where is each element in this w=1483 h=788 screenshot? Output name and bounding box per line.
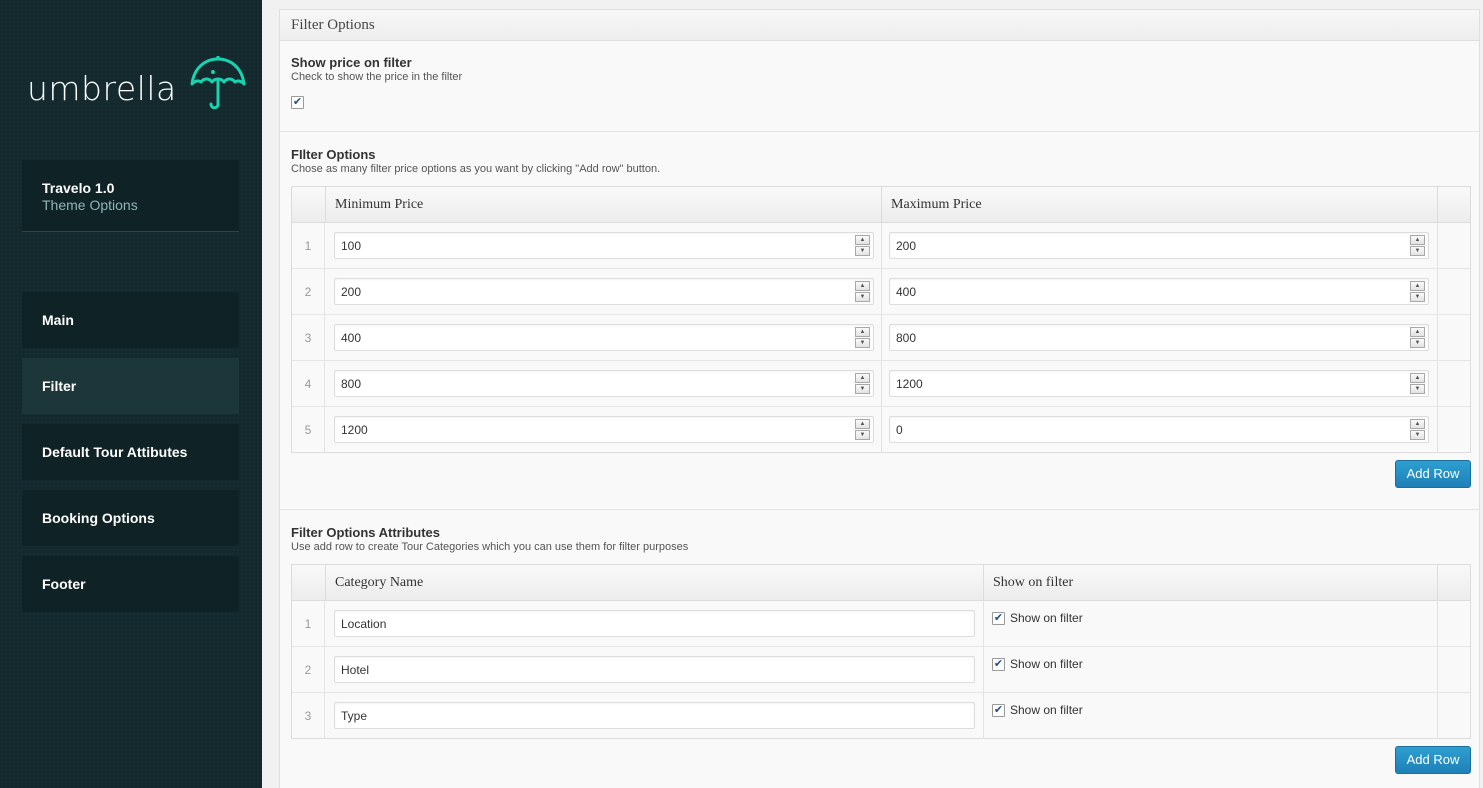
table-row: 1 100 ▲ ▼ 200 ▲ ▼: [292, 223, 1470, 269]
spinner[interactable]: ▲ ▼: [1410, 327, 1425, 348]
max-price-input[interactable]: 200 ▲ ▼: [889, 232, 1429, 259]
spinner[interactable]: ▲ ▼: [855, 281, 870, 302]
nav-item-main[interactable]: Main: [22, 292, 239, 348]
show-on-filter-checkbox[interactable]: ✔: [992, 611, 1005, 625]
table-row: 4 800 ▲ ▼ 1200 ▲ ▼: [292, 361, 1470, 407]
spinner[interactable]: ▲ ▼: [855, 327, 870, 348]
show-on-filter-toggle[interactable]: ✔ Show on filter: [992, 611, 1083, 625]
table-row: 1 Location ✔ Show on filter: [292, 601, 1470, 647]
filter-options-desc: Chose as many filter price options as yo…: [291, 163, 661, 175]
max-price-input[interactable]: 0 ▲ ▼: [889, 416, 1429, 443]
spinner[interactable]: ▲ ▼: [1410, 419, 1425, 440]
theme-name: Travelo 1.0: [42, 180, 115, 196]
min-price-input[interactable]: 800 ▲ ▼: [334, 370, 874, 397]
show-price-title: Show price on filter: [291, 55, 412, 70]
spinner[interactable]: ▲ ▼: [855, 235, 870, 256]
filter-attributes-section: Filter Options Attributes Use add row to…: [280, 510, 1479, 788]
max-price-input[interactable]: 1200 ▲ ▼: [889, 370, 1429, 397]
spinner[interactable]: ▲ ▼: [855, 419, 870, 440]
min-price-input[interactable]: 100 ▲ ▼: [334, 232, 874, 259]
table-header: Minimum Price Maximum Price: [292, 187, 1470, 223]
show-on-filter-checkbox[interactable]: ✔: [992, 657, 1005, 671]
category-name-input[interactable]: Type: [334, 702, 975, 729]
min-price-input[interactable]: 400 ▲ ▼: [334, 324, 874, 351]
filter-options-section: FIlter Options Chose as many filter pric…: [280, 132, 1479, 510]
spinner[interactable]: ▲ ▼: [1410, 235, 1425, 256]
max-price-input[interactable]: 800 ▲ ▼: [889, 324, 1429, 351]
theme-subtitle: Theme Options: [42, 197, 138, 213]
theme-info: Travelo 1.0 Theme Options: [22, 160, 239, 232]
show-on-filter-checkbox[interactable]: ✔: [992, 703, 1005, 717]
show-on-filter-toggle[interactable]: ✔ Show on filter: [992, 657, 1083, 671]
umbrella-icon: [189, 56, 247, 117]
col-minimum-price: Minimum Price: [325, 187, 881, 223]
table-row: 2 Hotel ✔ Show on filter: [292, 647, 1470, 693]
table-row: 3 Type ✔ Show on filter: [292, 693, 1470, 739]
category-name-input[interactable]: Hotel: [334, 656, 975, 683]
sidebar: umbrella Travelo 1.0 Theme Options Main …: [0, 0, 262, 788]
col-category-name: Category Name: [325, 565, 983, 601]
filter-options-title: FIlter Options: [291, 147, 376, 162]
spinner[interactable]: ▲ ▼: [1410, 373, 1425, 394]
table-header: Category Name Show on filter: [292, 565, 1470, 601]
logo: umbrella: [27, 56, 247, 117]
table-row: 3 400 ▲ ▼ 800 ▲ ▼: [292, 315, 1470, 361]
min-price-input[interactable]: 200 ▲ ▼: [334, 278, 874, 305]
show-on-filter-toggle[interactable]: ✔ Show on filter: [992, 703, 1083, 717]
nav-item-filter[interactable]: Filter: [22, 358, 239, 414]
nav-item-footer[interactable]: Footer: [22, 556, 239, 612]
nav-item-default-tour-attributes[interactable]: Default Tour Attibutes: [22, 424, 239, 480]
col-show-on-filter: Show on filter: [983, 565, 1437, 601]
nav-item-booking-options[interactable]: Booking Options: [22, 490, 239, 546]
logo-text: umbrella: [27, 69, 177, 108]
attributes-table: Category Name Show on filter 1 Location …: [291, 564, 1471, 739]
attributes-title: Filter Options Attributes: [291, 525, 441, 540]
panel-title: Filter Options: [280, 10, 1479, 41]
options-panel: Filter Options Show price on filter Chec…: [279, 9, 1480, 788]
spinner[interactable]: ▲ ▼: [1410, 281, 1425, 302]
spinner[interactable]: ▲ ▼: [855, 373, 870, 394]
add-row-button[interactable]: Add Row: [1395, 746, 1471, 774]
table-row: 2 200 ▲ ▼ 400 ▲ ▼: [292, 269, 1470, 315]
max-price-input[interactable]: 400 ▲ ▼: [889, 278, 1429, 305]
add-row-button[interactable]: Add Row: [1395, 460, 1471, 488]
show-price-section: Show price on filter Check to show the p…: [280, 41, 1479, 132]
category-name-input[interactable]: Location: [334, 610, 975, 637]
show-price-desc: Check to show the price in the filter: [291, 71, 463, 83]
table-row: 5 1200 ▲ ▼ 0 ▲ ▼: [292, 407, 1470, 453]
min-price-input[interactable]: 1200 ▲ ▼: [334, 416, 874, 443]
show-price-checkbox[interactable]: ✔: [291, 96, 304, 109]
price-options-table: Minimum Price Maximum Price 1 100 ▲ ▼ 200 ▲…: [291, 186, 1471, 453]
attributes-desc: Use add row to create Tour Categories wh…: [291, 541, 689, 553]
col-maximum-price: Maximum Price: [881, 187, 1437, 223]
